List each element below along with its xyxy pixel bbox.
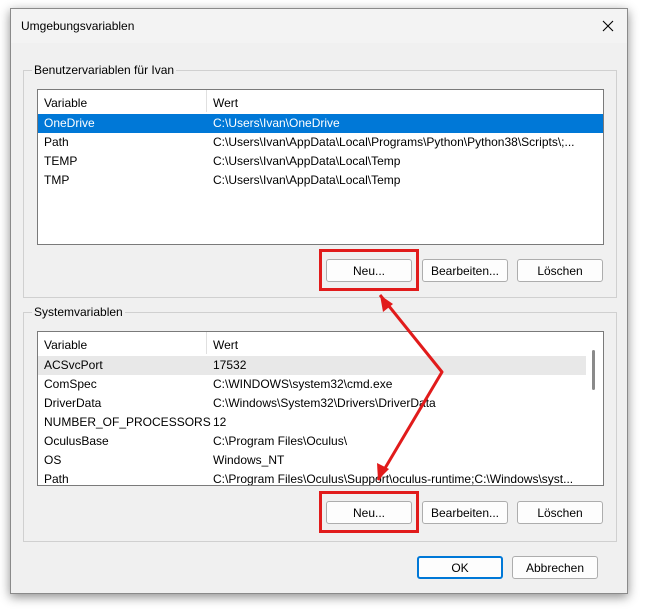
- column-header-variable[interactable]: Variable: [44, 338, 87, 352]
- table-row[interactable]: OS Windows_NT: [38, 451, 603, 470]
- variable-name-cell: OculusBase: [44, 434, 109, 448]
- user-new-button[interactable]: Neu...: [326, 259, 412, 282]
- variable-name-cell: TEMP: [44, 154, 78, 168]
- variable-value-cell: 17532: [213, 358, 247, 372]
- variable-value-cell: C:\Users\Ivan\OneDrive: [213, 116, 340, 130]
- table-row[interactable]: Path C:\Program Files\Oculus\Support\ocul…: [38, 470, 603, 486]
- variable-value-cell: C:\Windows\System32\Drivers\DriverData: [213, 396, 436, 410]
- variable-value-cell: Windows_NT: [213, 453, 285, 467]
- window-title: Umgebungsvariablen: [21, 19, 135, 33]
- variable-name-cell: Path: [44, 135, 69, 149]
- variable-name-cell: TMP: [44, 173, 70, 187]
- variable-name-cell: DriverData: [44, 396, 102, 410]
- variable-name-cell: Path: [44, 472, 69, 486]
- system-rows: ACSvcPort 17532 ComSpec C:\WINDOWS\system32…: [38, 356, 603, 486]
- column-header-value[interactable]: Wert: [213, 96, 238, 110]
- system-delete-button[interactable]: Löschen: [517, 501, 603, 524]
- environment-variables-dialog: Umgebungsvariablen Benutzervariablen für…: [10, 8, 628, 594]
- table-row[interactable]: NUMBER_OF_PROCESSORS 12: [38, 413, 603, 432]
- system-variables-list[interactable]: Variable Wert ACSvcPort 17532 ComSpec C:\WI…: [37, 331, 604, 486]
- variable-name-cell: OS: [44, 453, 62, 467]
- close-button[interactable]: [597, 15, 619, 37]
- system-list-header: Variable Wert: [38, 332, 603, 354]
- title-bar: Umgebungsvariablen: [11, 9, 627, 43]
- table-row[interactable]: ComSpec C:\WINDOWS\system32\cmd.exe: [38, 375, 603, 394]
- user-delete-button[interactable]: Löschen: [517, 259, 603, 282]
- user-rows: OneDrive C:\Users\Ivan\OneDrive Path C:\Use…: [38, 114, 603, 190]
- variable-value-cell: 12: [213, 415, 227, 429]
- column-header-variable[interactable]: Variable: [44, 96, 87, 110]
- variable-value-cell: C:\WINDOWS\system32\cmd.exe: [213, 377, 393, 391]
- variable-value-cell: C:\Program Files\Oculus\: [213, 434, 348, 448]
- system-variables-legend: Systemvariablen: [34, 305, 123, 319]
- table-row[interactable]: DriverData C:\Windows\System32\Drivers\Dr…: [38, 394, 603, 413]
- table-row[interactable]: OculusBase C:\Program Files\Oculus\: [38, 432, 603, 451]
- cancel-button[interactable]: Abbrechen: [512, 556, 598, 579]
- scrollbar-thumb[interactable]: [592, 350, 595, 390]
- variable-name-cell: ACSvcPort: [44, 358, 103, 372]
- variable-value-cell: C:\Program Files\Oculus\Support\oculus-r…: [213, 472, 574, 486]
- user-edit-button[interactable]: Bearbeiten...: [422, 259, 508, 282]
- table-row[interactable]: OneDrive C:\Users\Ivan\OneDrive: [38, 114, 603, 133]
- column-header-value[interactable]: Wert: [213, 338, 238, 352]
- variable-name-cell: NUMBER_OF_PROCESSORS: [44, 415, 211, 429]
- table-row[interactable]: TEMP C:\Users\Ivan\AppData\Local\Temp: [38, 152, 603, 171]
- close-icon: [602, 20, 614, 32]
- user-variables-legend: Benutzervariablen für Ivan: [34, 63, 175, 77]
- variable-value-cell: C:\Users\Ivan\AppData\Local\Temp: [213, 154, 401, 168]
- ok-button[interactable]: OK: [417, 556, 503, 579]
- variable-value-cell: C:\Users\Ivan\AppData\Local\Programs\Pyt…: [213, 135, 575, 149]
- user-variables-list[interactable]: Variable Wert OneDrive C:\Users\Ivan\OneD…: [37, 89, 604, 245]
- table-row[interactable]: Path C:\Users\Ivan\AppData\Local\Programs…: [38, 133, 603, 152]
- system-list-scrollbar[interactable]: [586, 332, 603, 485]
- table-row[interactable]: ACSvcPort 17532: [38, 356, 603, 375]
- table-row[interactable]: TMP C:\Users\Ivan\AppData\Local\Temp: [38, 171, 603, 190]
- system-edit-button[interactable]: Bearbeiten...: [422, 501, 508, 524]
- user-list-header: Variable Wert: [38, 90, 603, 112]
- variable-value-cell: C:\Users\Ivan\AppData\Local\Temp: [213, 173, 401, 187]
- system-new-button[interactable]: Neu...: [326, 501, 412, 524]
- variable-name-cell: OneDrive: [44, 116, 95, 130]
- variable-name-cell: ComSpec: [44, 377, 97, 391]
